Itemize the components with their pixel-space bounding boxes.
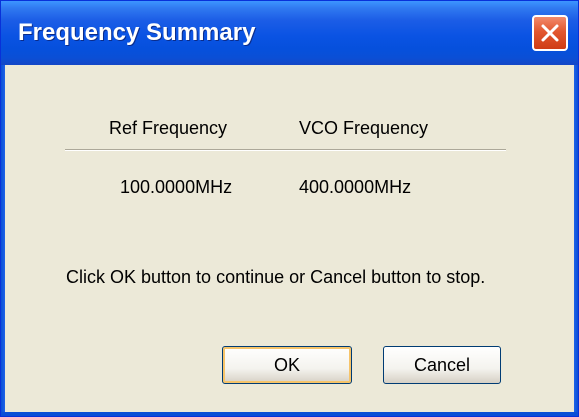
close-button[interactable] [532, 15, 568, 51]
dialog-window: Frequency Summary Ref Frequency VCO Freq… [0, 0, 579, 417]
ref-frequency-value: 100.0000MHz [120, 177, 233, 197]
window-frame-left [1, 65, 5, 416]
close-icon [541, 24, 559, 42]
instruction-message: Click OK button to continue or Cancel bu… [66, 267, 486, 287]
window-frame-bottom [1, 412, 578, 416]
window-frame-right [574, 65, 578, 416]
cancel-button[interactable]: Cancel [383, 346, 501, 384]
ok-button[interactable]: OK [222, 346, 352, 384]
title-bar[interactable]: Frequency Summary [1, 1, 578, 65]
vco-frequency-header: VCO Frequency [299, 118, 429, 138]
vco-frequency-value: 400.0000MHz [299, 177, 412, 197]
header-divider [65, 149, 506, 151]
ref-frequency-header: Ref Frequency [109, 118, 228, 138]
window-title: Frequency Summary [18, 19, 256, 46]
